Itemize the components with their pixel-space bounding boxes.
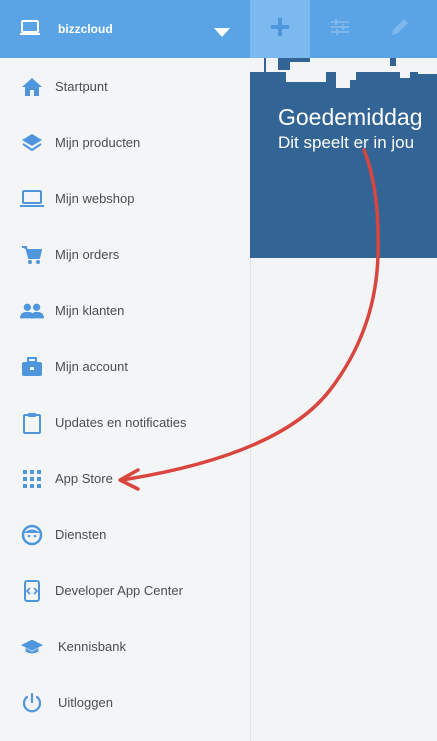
sidebar-item-label: App Store	[55, 471, 113, 486]
top-toolbar	[250, 0, 437, 58]
people-icon	[20, 300, 44, 322]
pencil-icon	[391, 18, 409, 41]
sidebar-item-label: Mijn orders	[55, 247, 120, 262]
sidebar-item-app-store[interactable]: App Store	[0, 451, 250, 507]
sidebar-item-developer-app-center[interactable]: Developer App Center	[0, 563, 250, 619]
edit-button[interactable]	[370, 0, 430, 58]
power-icon	[20, 692, 44, 714]
plus-icon	[271, 17, 289, 41]
sidebar-item-label: Mijn account	[55, 359, 128, 374]
sidebar: bizzcloud Startpunt Mijn producten Mijn …	[0, 0, 251, 741]
sidebar-item-label: Startpunt	[55, 79, 108, 94]
sidebar-item-label: Updates en notificaties	[55, 415, 187, 430]
sidebar-item-kennisbank[interactable]: Kennisbank	[0, 619, 250, 675]
banner-text: Goedemiddag Dit speelt er in jou	[250, 58, 437, 258]
account-switcher[interactable]: bizzcloud	[0, 0, 250, 58]
layers-icon	[20, 132, 44, 154]
graduation-cap-icon	[20, 636, 44, 658]
sidebar-item-updates[interactable]: Updates en notificaties	[0, 395, 250, 451]
add-button[interactable]	[250, 0, 310, 58]
sidebar-item-diensten[interactable]: Diensten	[0, 507, 250, 563]
laptop-icon	[20, 188, 44, 210]
cart-icon	[20, 244, 44, 266]
chevron-down-icon[interactable]	[214, 25, 230, 43]
clipboard-icon	[20, 412, 44, 434]
sidebar-item-label: Mijn webshop	[55, 191, 135, 206]
sidebar-item-label: Developer App Center	[55, 583, 183, 598]
sidebar-item-label: Kennisbank	[58, 639, 126, 654]
greeting-title: Goedemiddag	[278, 104, 423, 130]
account-name: bizzcloud	[58, 22, 113, 36]
grid-icon	[20, 468, 44, 490]
sidebar-item-startpunt[interactable]: Startpunt	[0, 59, 250, 115]
sidebar-item-mijn-klanten[interactable]: Mijn klanten	[0, 283, 250, 339]
face-icon	[20, 524, 44, 546]
sidebar-item-label: Diensten	[55, 527, 107, 542]
sidebar-item-label: Mijn klanten	[55, 303, 125, 318]
sliders-icon	[331, 18, 349, 40]
briefcase-icon	[20, 356, 44, 378]
sidebar-item-mijn-orders[interactable]: Mijn orders	[0, 227, 250, 283]
home-icon	[20, 76, 44, 98]
filter-button[interactable]	[310, 0, 370, 58]
sidebar-menu: Startpunt Mijn producten Mijn webshop Mi…	[0, 59, 250, 731]
laptop-icon	[20, 20, 40, 41]
greeting-subtitle: Dit speelt er in jou	[278, 133, 415, 152]
sidebar-item-mijn-producten[interactable]: Mijn producten	[0, 115, 250, 171]
sidebar-item-mijn-account[interactable]: Mijn account	[0, 339, 250, 395]
sidebar-item-uitloggen[interactable]: Uitloggen	[0, 675, 250, 731]
sidebar-item-label: Uitloggen	[58, 695, 113, 710]
sidebar-item-mijn-webshop[interactable]: Mijn webshop	[0, 171, 250, 227]
code-phone-icon	[20, 580, 44, 602]
sidebar-item-label: Mijn producten	[55, 135, 141, 150]
